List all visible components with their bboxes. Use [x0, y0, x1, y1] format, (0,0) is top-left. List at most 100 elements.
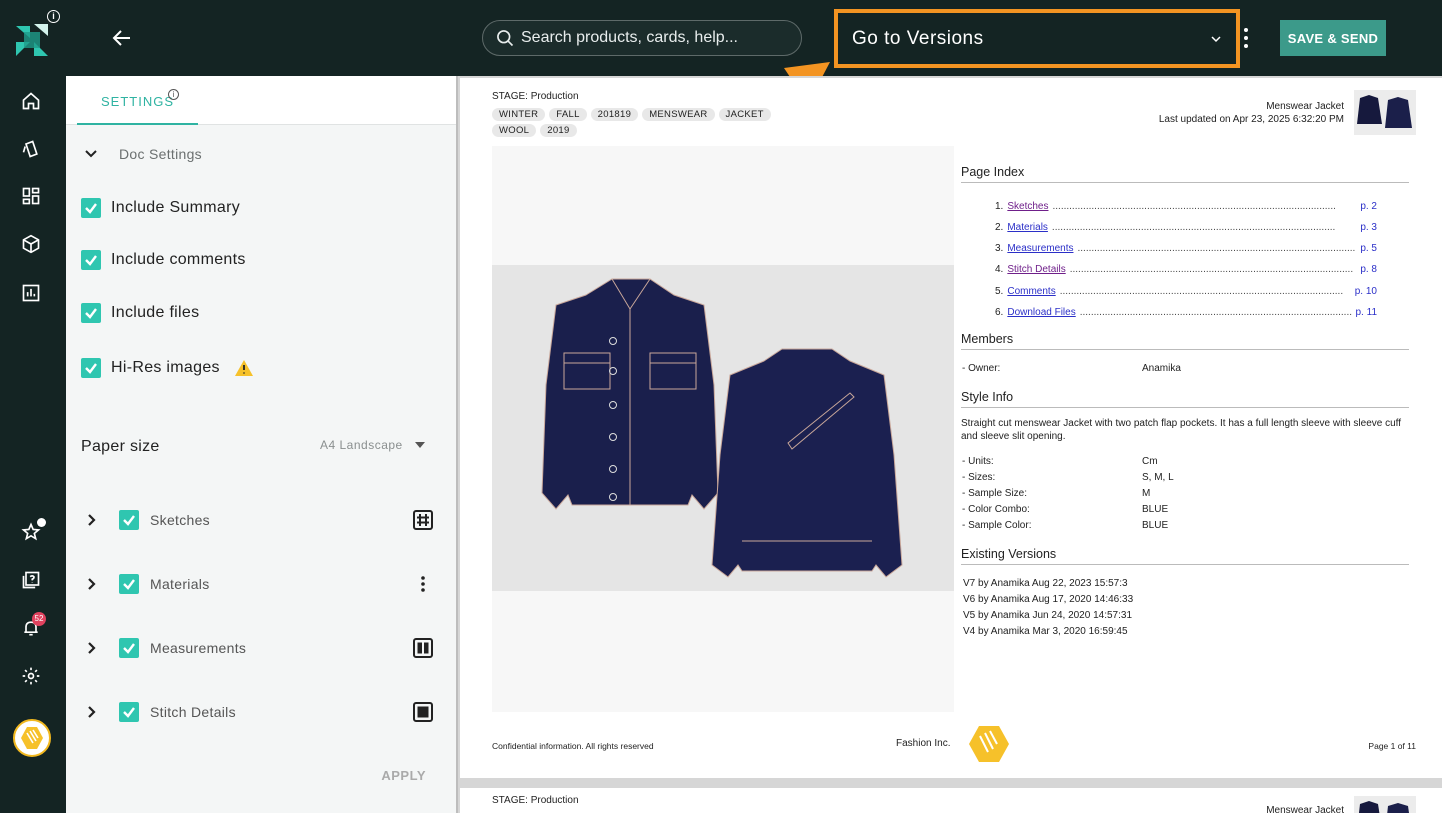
home-icon[interactable] — [20, 90, 42, 112]
stage-label: STAGE: Production — [492, 795, 579, 806]
hi-res-images-checkbox[interactable]: Hi-Res images — [81, 358, 254, 378]
single-layout-icon[interactable] — [412, 701, 434, 723]
go-to-versions-dropdown[interactable]: Go to Versions — [834, 9, 1240, 68]
last-updated: Last updated on Apr 23, 2025 6:32:20 PM — [1158, 114, 1344, 125]
info-key: - Sizes: — [962, 472, 996, 483]
style-description: Straight cut menswear Jacket with two pa… — [961, 418, 1402, 442]
version-entry: V5 by Anamika Jun 24, 2020 14:57:31 — [963, 610, 1133, 621]
app-logo-icon[interactable] — [14, 22, 50, 58]
checkbox-checked-icon[interactable] — [81, 250, 101, 270]
tab-settings[interactable]: SETTINGS — [77, 76, 198, 125]
index-row: 1. Sketches..............................… — [995, 201, 1377, 212]
owner-row: - Owner: Anamika — [962, 363, 1181, 374]
index-link-materials[interactable]: Materials — [1007, 222, 1048, 233]
version-entry: V6 by Anamika Aug 17, 2020 14:46:33 — [963, 594, 1134, 605]
style-info-row: - Sample Size: M — [962, 488, 1150, 499]
dot-leader: ........................................… — [1051, 222, 1336, 233]
tag: 2019 — [540, 124, 577, 137]
index-row: 4. Stitch Details........................… — [995, 264, 1377, 275]
product-thumbnail — [1354, 796, 1416, 813]
search-bar[interactable] — [482, 20, 802, 56]
save-and-send-button[interactable]: SAVE & SEND — [1280, 20, 1386, 56]
style-info-row: - Units: Cm — [962, 456, 1158, 467]
settings-gear-icon[interactable] — [20, 665, 42, 687]
apply-bar: APPLY — [66, 764, 456, 813]
version-entry: V7 by Anamika Aug 22, 2023 15:57:3 — [963, 578, 1128, 589]
dot-leader: ........................................… — [1052, 201, 1336, 212]
checkbox-checked-icon[interactable] — [81, 358, 101, 378]
cards-icon[interactable] — [20, 138, 42, 160]
paper-size-select[interactable]: A4 Landscape — [320, 438, 425, 452]
settings-info-icon[interactable]: i — [168, 89, 179, 100]
info-value: Cm — [1142, 456, 1158, 467]
owner-value: Anamika — [1142, 363, 1181, 374]
index-number: 2. — [995, 222, 1004, 233]
index-number: 6. — [995, 307, 1004, 318]
include-files-checkbox[interactable]: Include files — [81, 303, 199, 323]
tab-settings-label: SETTINGS — [100, 94, 174, 109]
checkbox-checked-icon[interactable] — [119, 574, 139, 594]
section-row-sketches: Sketches — [84, 508, 434, 532]
chevron-right-icon[interactable] — [84, 705, 98, 719]
checkbox-checked-icon[interactable] — [119, 510, 139, 530]
checkbox-checked-icon[interactable] — [119, 638, 139, 658]
info-value: BLUE — [1142, 520, 1169, 531]
tag: MENSWEAR — [642, 108, 715, 121]
dot-leader: ........................................… — [1077, 243, 1357, 254]
tag: WINTER — [492, 108, 546, 121]
reports-chart-icon[interactable] — [20, 282, 42, 304]
include-files-label: Include files — [111, 304, 200, 321]
company-hexagon-icon — [969, 726, 1009, 762]
user-avatar[interactable] — [13, 719, 51, 757]
warning-icon[interactable] — [234, 359, 254, 377]
info-value: M — [1142, 488, 1151, 499]
index-link-download-files[interactable]: Download Files — [1007, 307, 1075, 318]
chevron-right-icon[interactable] — [84, 577, 98, 591]
include-comments-checkbox[interactable]: Include comments — [81, 250, 246, 270]
preview-page-2: STAGE: Production Menswear Jacket — [460, 788, 1442, 813]
checkbox-checked-icon[interactable] — [81, 198, 101, 218]
style-info-row: - Sample Color: BLUE — [962, 520, 1168, 531]
index-link-comments[interactable]: Comments — [1007, 286, 1055, 297]
doc-settings-label: Doc Settings — [119, 146, 202, 162]
info-value: S, M, L — [1142, 472, 1174, 483]
info-value: BLUE — [1142, 504, 1169, 515]
include-summary-label: Include Summary — [111, 199, 240, 216]
info-icon[interactable]: i — [47, 10, 60, 23]
section-label: Materials — [150, 576, 210, 592]
grid-layout-icon[interactable] — [412, 509, 434, 531]
more-options-icon[interactable] — [1240, 28, 1252, 48]
section-label: Sketches — [150, 512, 210, 528]
checkbox-checked-icon[interactable] — [81, 303, 101, 323]
two-column-layout-icon[interactable] — [412, 637, 434, 659]
help-icon[interactable] — [20, 569, 42, 591]
chevron-right-icon[interactable] — [84, 513, 98, 527]
more-vert-icon[interactable] — [412, 573, 434, 595]
document-preview[interactable]: STAGE: Production WINTER FALL 201819 MEN… — [456, 76, 1442, 813]
footer-confidential: Confidential information. All rights res… — [492, 741, 654, 751]
product-header: Menswear Jacket Last updated on Apr 23, … — [1159, 100, 1344, 126]
include-summary-checkbox[interactable]: Include Summary — [81, 198, 240, 218]
versions-dropdown-label: Go to Versions — [852, 27, 984, 49]
index-number: 5. — [995, 286, 1004, 297]
favorites-indicator-dot — [37, 518, 46, 527]
apply-button[interactable]: APPLY — [381, 768, 426, 783]
index-number: 4. — [995, 264, 1004, 275]
chevron-right-icon[interactable] — [84, 641, 98, 655]
section-row-materials: Materials — [84, 572, 434, 596]
index-link-stitch-details[interactable]: Stitch Details — [1007, 264, 1065, 275]
index-link-sketches[interactable]: Sketches — [1007, 201, 1048, 212]
owner-label: - Owner: — [962, 363, 1001, 374]
product-name: Menswear Jacket — [1266, 805, 1344, 813]
doc-settings-toggle[interactable]: Doc Settings — [84, 146, 202, 162]
products-box-icon[interactable] — [20, 233, 42, 255]
app-root: i 52 Search products, cards, help... Go … — [0, 0, 1442, 813]
back-arrow-icon[interactable] — [110, 26, 134, 50]
product-thumbnail — [1354, 90, 1416, 135]
search-input[interactable] — [521, 29, 791, 47]
jacket-sketch-image — [541, 278, 903, 578]
checkbox-checked-icon[interactable] — [119, 702, 139, 722]
index-link-measurements[interactable]: Measurements — [1007, 243, 1073, 254]
dashboard-icon[interactable] — [20, 185, 42, 207]
index-page: p. 10 — [1354, 286, 1377, 297]
